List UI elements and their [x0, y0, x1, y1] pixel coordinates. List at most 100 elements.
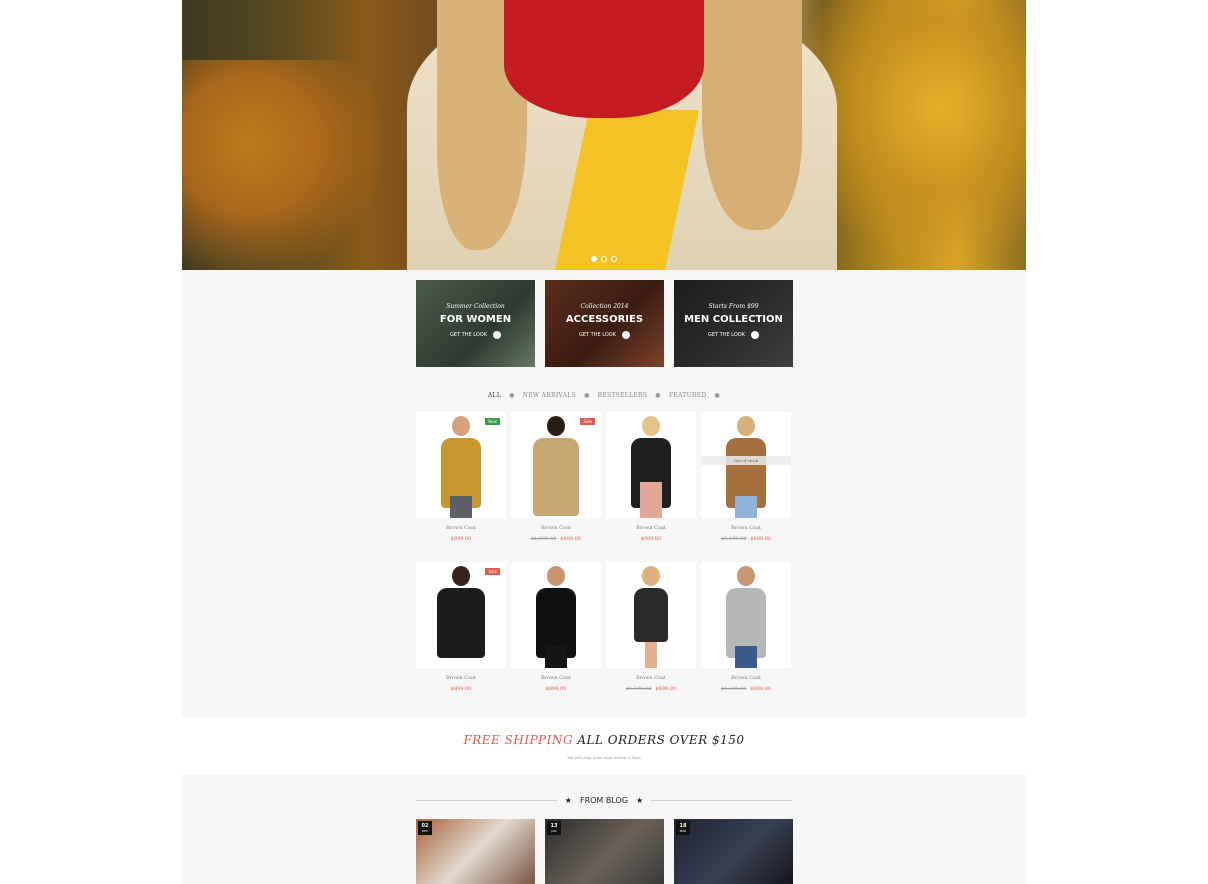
model-head — [642, 566, 660, 586]
product-card[interactable]: Brown Coat $899.00 — [606, 412, 696, 542]
product-filter-tabs: ALL ● NEW ARRIVALS ● BESTSELLERS ● FEATU… — [182, 392, 1026, 399]
hero-foliage-right — [806, 0, 1026, 270]
product-image[interactable] — [511, 562, 601, 668]
product-card[interactable]: Brown Coat $1,199.00 $899.00 — [606, 562, 696, 692]
promo-banners: Summer Collection FOR WOMEN GET THE LOOK… — [416, 280, 793, 367]
product-name[interactable]: Brown Coat — [511, 675, 601, 681]
model-body — [533, 438, 579, 516]
product-card[interactable]: New Brown Coat $899.00 — [416, 412, 506, 542]
product-image[interactable] — [701, 562, 791, 668]
slider-dot-1[interactable] — [591, 256, 597, 262]
model-head — [547, 566, 565, 586]
post-date-badge: 02 DEC — [418, 821, 432, 835]
product-image[interactable]: Sale — [416, 562, 506, 668]
banner-cta[interactable]: GET THE LOOK — [416, 331, 535, 339]
price-current: $899.00 — [655, 686, 677, 692]
blog-heading: ★ FROM BLOG ★ — [416, 796, 792, 805]
price-old: $1,199.00 — [625, 686, 652, 692]
circle-icon — [751, 331, 759, 339]
star-icon: ★ — [636, 796, 644, 805]
banner-accessories[interactable]: Collection 2014 ACCESSORIES GET THE LOOK — [545, 280, 664, 367]
hero-foliage-left — [182, 60, 402, 270]
banner-cta[interactable]: GET THE LOOK — [545, 331, 664, 339]
price-old: $1,199.00 — [530, 536, 557, 542]
shipping-highlight: FREE SHIPPING — [463, 733, 574, 747]
product-image[interactable] — [606, 562, 696, 668]
divider — [651, 800, 792, 801]
product-name[interactable]: Brown Coat — [416, 675, 506, 681]
post-date-badge: 18 MAR — [676, 821, 690, 835]
product-price: $899.00 — [606, 536, 696, 542]
product-image[interactable] — [606, 412, 696, 518]
product-price: $899.00 — [416, 686, 506, 692]
product-name[interactable]: Brown Coat — [606, 675, 696, 681]
banner-for-women[interactable]: Summer Collection FOR WOMEN GET THE LOOK — [416, 280, 535, 367]
banner-men-collection[interactable]: Starts From $99 MEN COLLECTION GET THE L… — [674, 280, 793, 367]
product-price: $1,199.00 $899.00 — [701, 686, 791, 692]
hero-slider[interactable] — [182, 0, 1026, 270]
blog-post[interactable]: 13 JAN — [545, 819, 664, 884]
separator-icon: ● — [509, 392, 515, 399]
tab-featured[interactable]: FEATURED — [669, 392, 707, 399]
banner-cta[interactable]: GET THE LOOK — [674, 331, 793, 339]
tab-all[interactable]: ALL — [488, 392, 501, 399]
model-legs — [450, 496, 472, 518]
blog-post[interactable]: 02 DEC — [416, 819, 535, 884]
blog-posts: 02 DEC 13 JAN 18 MAR — [416, 819, 793, 884]
sale-badge: Sale — [485, 568, 500, 575]
product-card[interactable]: Out of stock Brown Coat $1,199.00 $899.00 — [701, 412, 791, 542]
model-dress — [640, 482, 662, 518]
hero-scarf — [504, 0, 704, 118]
product-card[interactable]: Sale Brown Coat $899.00 — [416, 562, 506, 692]
banner-title: MEN COLLECTION — [684, 314, 783, 325]
banner-cta-label: GET THE LOOK — [579, 332, 616, 338]
model-head — [642, 416, 660, 436]
model-head — [737, 566, 755, 586]
banner-subtitle: Summer Collection — [446, 303, 505, 310]
tab-new-arrivals[interactable]: NEW ARRIVALS — [523, 392, 576, 399]
product-card[interactable]: Sale Brown Coat $1,199.00 $899.00 — [511, 412, 601, 542]
product-name[interactable]: Brown Coat — [606, 525, 696, 531]
product-name[interactable]: Brown Coat — [701, 525, 791, 531]
price-current: $899.00 — [560, 536, 582, 542]
product-price: $1,199.00 $899.00 — [701, 536, 791, 542]
product-price: $1,199.00 $899.00 — [511, 536, 601, 542]
blog-post[interactable]: 18 MAR — [674, 819, 793, 884]
product-price: $1,199.00 $899.00 — [606, 686, 696, 692]
product-image[interactable]: New — [416, 412, 506, 518]
product-name[interactable]: Brown Coat — [416, 525, 506, 531]
post-month: DEC — [421, 829, 429, 833]
price-current: $899.00 — [750, 686, 772, 692]
banner-cta-label: GET THE LOOK — [708, 332, 745, 338]
separator-icon: ● — [655, 392, 661, 399]
post-month: JAN — [551, 829, 557, 833]
model-head — [452, 416, 470, 436]
price-current: $899.00 — [750, 536, 772, 542]
main-section: Summer Collection FOR WOMEN GET THE LOOK… — [182, 270, 1026, 718]
product-image[interactable]: Out of stock — [701, 412, 791, 518]
banner-subtitle: Collection 2014 — [580, 303, 629, 310]
blog-title: FROM BLOG — [579, 796, 629, 805]
slider-dot-2[interactable] — [601, 256, 607, 262]
product-grid-row-2: Sale Brown Coat $899.00 Brown Coat $899.… — [416, 562, 792, 692]
product-image[interactable]: Sale — [511, 412, 601, 518]
tab-bestsellers[interactable]: BESTSELLERS — [598, 392, 648, 399]
post-month: MAR — [679, 829, 687, 833]
product-card[interactable]: Brown Coat $899.00 — [511, 562, 601, 692]
model-head — [452, 566, 470, 586]
model-body — [437, 588, 485, 658]
price-current: $899.00 — [545, 686, 567, 692]
shipping-rest: ALL ORDERS OVER $150 — [573, 733, 745, 747]
product-name[interactable]: Brown Coat — [511, 525, 601, 531]
slider-dot-3[interactable] — [611, 256, 617, 262]
circle-icon — [622, 331, 630, 339]
out-of-stock-label: Out of stock — [701, 456, 791, 465]
product-name[interactable]: Brown Coat — [701, 675, 791, 681]
banner-cta-label: GET THE LOOK — [450, 332, 487, 338]
price-current: $899.00 — [640, 536, 662, 542]
page: Summer Collection FOR WOMEN GET THE LOOK… — [0, 0, 1208, 884]
product-card[interactable]: Brown Coat $1,199.00 $899.00 — [701, 562, 791, 692]
free-shipping-banner: FREE SHIPPING ALL ORDERS OVER $150 We wi… — [0, 733, 1208, 760]
blog-section: ★ FROM BLOG ★ 02 DEC 13 JAN 18 MAR — [182, 775, 1026, 884]
banner-title: ACCESSORIES — [565, 314, 644, 325]
